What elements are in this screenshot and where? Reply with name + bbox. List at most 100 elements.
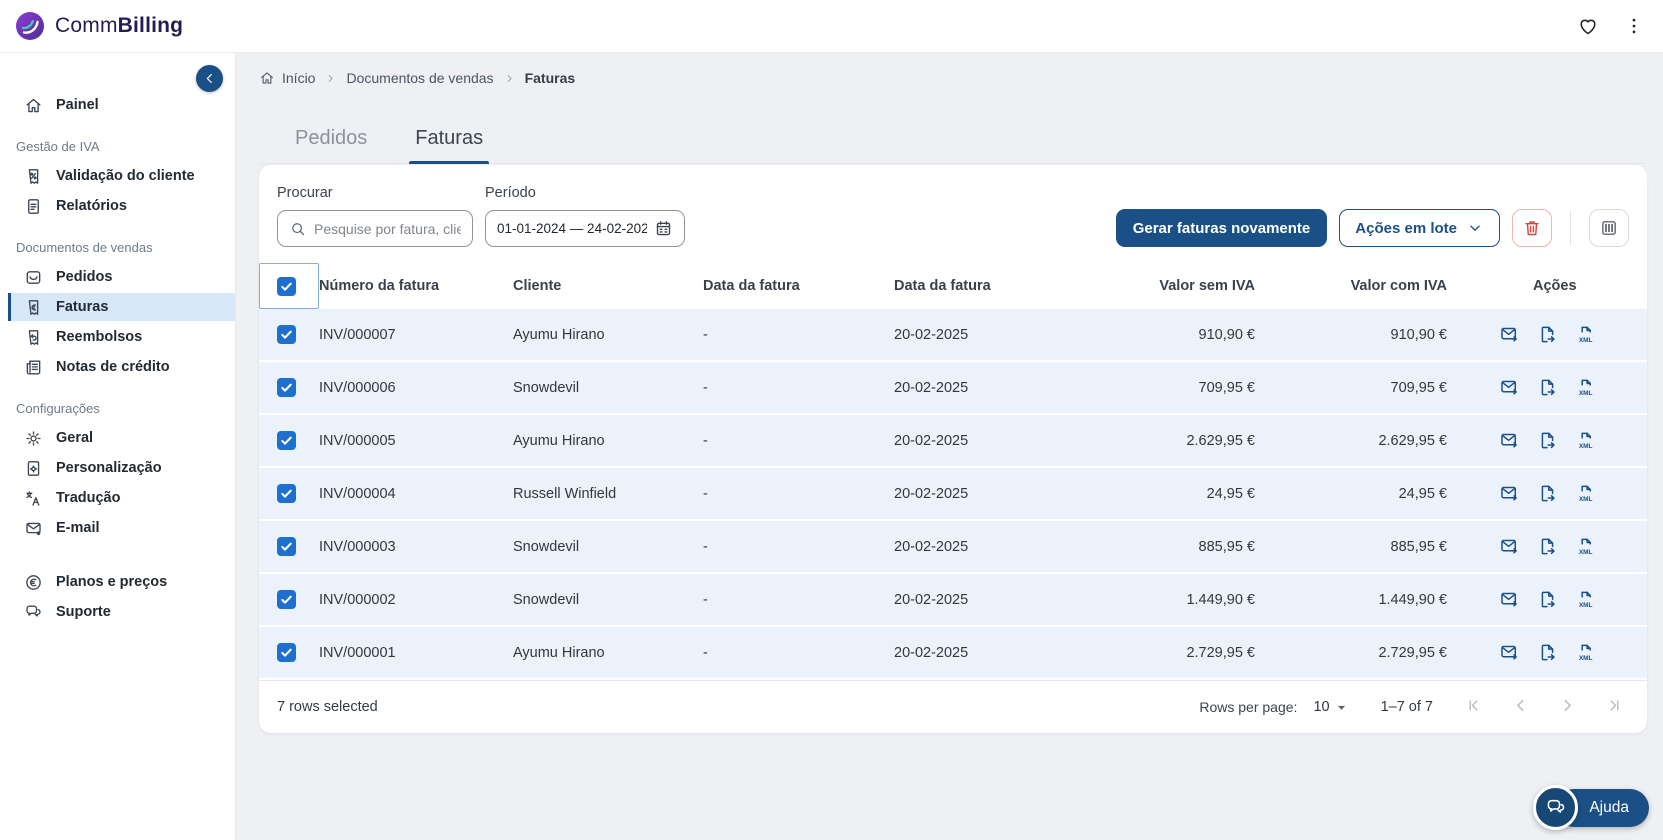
download-xml-icon[interactable]: XML	[1575, 324, 1596, 345]
export-file-icon[interactable]	[1537, 377, 1558, 398]
download-xml-icon[interactable]: XML	[1575, 642, 1596, 663]
download-xml-icon[interactable]: XML	[1575, 536, 1596, 557]
download-xml-icon[interactable]: XML	[1575, 377, 1596, 398]
row-checkbox[interactable]	[277, 643, 296, 662]
rows-per-page-select[interactable]: 10	[1313, 698, 1350, 717]
rows-per-page-value: 10	[1313, 699, 1330, 715]
breadcrumb-item-faturas[interactable]: Faturas	[525, 70, 576, 86]
client-name: Snowdevil	[513, 591, 580, 608]
svg-text:XML: XML	[1579, 602, 1593, 609]
previous-page-button[interactable]	[1510, 695, 1531, 720]
help-fab[interactable]: Ajuda	[1533, 785, 1649, 830]
sidebar-item-label: Pedidos	[56, 269, 113, 285]
column-header-data-da-fatura-2[interactable]: Data da fatura	[703, 263, 894, 309]
select-all-checkbox[interactable]	[277, 276, 296, 296]
gross-amount: 910,90 €	[1390, 326, 1447, 343]
column-header-valor-sem-iva-4[interactable]: Valor sem IVA	[1094, 263, 1255, 309]
more-options-icon[interactable]	[1623, 15, 1645, 37]
invoice-date-1: -	[703, 432, 708, 449]
column-header-a-es-6[interactable]: Ações	[1447, 263, 1647, 309]
breadcrumb-item-in-cio[interactable]: Início	[259, 70, 315, 86]
sidebar-item-personaliza-o[interactable]: Personalização	[0, 454, 235, 482]
search-input[interactable]	[314, 220, 461, 237]
trash-icon	[1522, 218, 1542, 238]
sidebar-item-e-mail[interactable]: E-mail	[0, 514, 235, 542]
row-actions: XML	[1447, 574, 1647, 625]
column-header-n-mero-da-fatura-0[interactable]: Número da fatura	[319, 263, 513, 309]
tab-faturas[interactable]: Faturas	[409, 126, 489, 164]
last-page-button[interactable]	[1604, 695, 1625, 720]
download-xml-icon[interactable]: XML	[1575, 483, 1596, 504]
sidebar-item-planos-e-pre-os[interactable]: Planos e preços	[0, 568, 235, 596]
row-checkbox[interactable]	[277, 325, 296, 344]
favorites-heart-icon[interactable]	[1577, 15, 1599, 37]
breadcrumb-item-documentos-de-vendas[interactable]: Documentos de vendas	[346, 70, 493, 86]
tab-pedidos[interactable]: Pedidos	[289, 126, 373, 163]
send-email-icon[interactable]	[1499, 430, 1520, 451]
row-checkbox[interactable]	[277, 431, 296, 450]
send-email-icon[interactable]	[1499, 377, 1520, 398]
columns-button[interactable]	[1589, 209, 1629, 247]
receipt-refund-icon	[24, 328, 43, 347]
row-checkbox[interactable]	[277, 590, 296, 609]
sidebar-item-pedidos[interactable]: Pedidos	[0, 263, 235, 291]
sidebar-item-faturas[interactable]: Faturas	[8, 293, 235, 321]
invoice-number: INV/000004	[319, 485, 396, 502]
column-header-valor-com-iva-5[interactable]: Valor com IVA	[1255, 263, 1447, 309]
batch-actions-button[interactable]: Ações em lote	[1339, 209, 1500, 247]
svg-text:XML: XML	[1579, 337, 1593, 344]
sidebar-item-label: Reembolsos	[56, 329, 143, 345]
row-checkbox[interactable]	[277, 537, 296, 556]
client-name: Ayumu Hirano	[513, 644, 605, 661]
divider	[1570, 211, 1571, 245]
sidebar-item-painel[interactable]: Painel	[0, 91, 235, 119]
sidebar-item-notas-de-cr-dito[interactable]: Notas de crédito	[0, 353, 235, 381]
export-file-icon[interactable]	[1537, 483, 1558, 504]
breadcrumb-separator-icon	[503, 72, 516, 85]
brand-part2: Billing	[117, 14, 184, 37]
home-icon	[259, 70, 275, 86]
chevron-left-icon	[201, 70, 218, 87]
dropdown-arrow-icon	[1332, 698, 1351, 717]
sidebar-item-geral[interactable]: Geral	[0, 424, 235, 452]
sidebar-item-valida-o-do-cliente[interactable]: Validação do cliente	[0, 162, 235, 190]
net-amount: 709,95 €	[1198, 379, 1255, 396]
sidebar-item-suporte[interactable]: Suporte	[0, 598, 235, 626]
first-page-icon	[1463, 695, 1484, 716]
column-header-cliente-1[interactable]: Cliente	[513, 263, 703, 309]
row-checkbox[interactable]	[277, 484, 296, 503]
row-actions: XML	[1447, 627, 1647, 678]
send-email-icon[interactable]	[1499, 642, 1520, 663]
send-email-icon[interactable]	[1499, 589, 1520, 610]
sidebar-item-reembolsos[interactable]: Reembolsos	[0, 323, 235, 351]
client-name: Ayumu Hirano	[513, 432, 605, 449]
delete-button[interactable]	[1512, 209, 1552, 247]
invoice-date-2: 20-02-2025	[894, 485, 969, 502]
download-xml-icon[interactable]: XML	[1575, 589, 1596, 610]
sidebar-item-relat-rios[interactable]: Relatórios	[0, 192, 235, 220]
next-page-button[interactable]	[1557, 695, 1578, 720]
sidebar-collapse-button[interactable]	[196, 65, 223, 92]
period-input[interactable]: 01-01-2024 — 24-02-2025	[485, 210, 685, 247]
export-file-icon[interactable]	[1537, 324, 1558, 345]
export-file-icon[interactable]	[1537, 642, 1558, 663]
invoice-date-2: 20-02-2025	[894, 538, 969, 555]
row-actions: XML	[1447, 521, 1647, 572]
net-amount: 910,90 €	[1198, 326, 1255, 343]
breadcrumb-separator-icon	[324, 72, 337, 85]
download-xml-icon[interactable]: XML	[1575, 430, 1596, 451]
export-file-icon[interactable]	[1537, 589, 1558, 610]
table-row: INV/000003 Snowdevil - 20-02-2025 885,95 € 88…	[259, 521, 1647, 572]
send-email-icon[interactable]	[1499, 324, 1520, 345]
export-file-icon[interactable]	[1537, 430, 1558, 451]
row-checkbox[interactable]	[277, 378, 296, 397]
sidebar-item-tradu-o[interactable]: Tradução	[0, 484, 235, 512]
columns-icon	[1599, 218, 1619, 238]
document-icon	[24, 197, 43, 216]
send-email-icon[interactable]	[1499, 536, 1520, 557]
send-email-icon[interactable]	[1499, 483, 1520, 504]
regenerate-invoices-button[interactable]: Gerar faturas novamente	[1115, 209, 1328, 247]
first-page-button[interactable]	[1463, 695, 1484, 720]
column-header-data-da-fatura-3[interactable]: Data da fatura	[894, 263, 1094, 309]
export-file-icon[interactable]	[1537, 536, 1558, 557]
